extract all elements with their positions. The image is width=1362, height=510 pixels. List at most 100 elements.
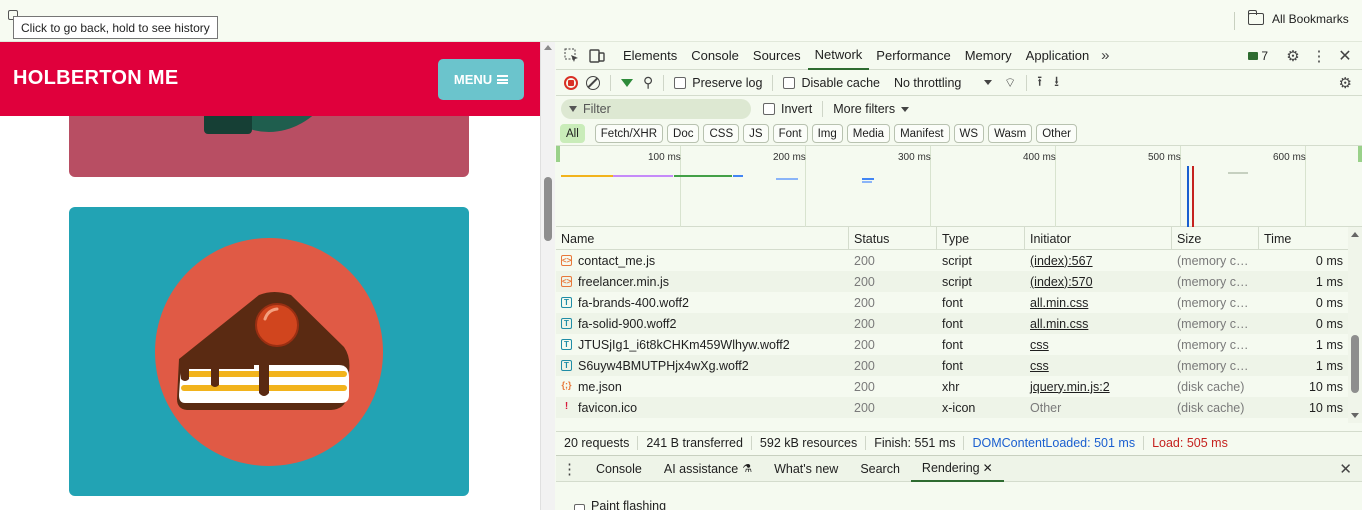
network-overview-timeline[interactable]: 100 ms 200 ms 300 ms 400 ms 500 ms 600 m… [556, 146, 1362, 227]
type-filter-wasm[interactable]: Wasm [988, 124, 1033, 143]
more-filters-button[interactable]: More filters [833, 102, 895, 116]
dropdown-caret-icon[interactable] [983, 80, 992, 85]
column-time[interactable]: Time [1259, 227, 1348, 249]
column-type[interactable]: Type [937, 227, 1025, 249]
device-toolbar-icon[interactable] [588, 47, 606, 65]
request-name-cell[interactable]: Tfa-brands-400.woff2 [556, 296, 849, 310]
drawer-tab-search[interactable]: Search [849, 455, 911, 482]
column-size[interactable]: Size [1172, 227, 1259, 249]
table-row[interactable]: T S6uyw4BMUTPHjx4wXg.woff2 200 font css (memo… [556, 355, 1348, 376]
settings-gear-icon[interactable]: ⚙ [1284, 47, 1302, 65]
more-options-icon[interactable]: ⋮ [1310, 47, 1328, 65]
tab-console[interactable]: Console [684, 42, 746, 70]
tab-sources[interactable]: Sources [746, 42, 808, 70]
request-name-cell[interactable]: <> contact_me.js [556, 254, 849, 268]
disable-cache-checkbox[interactable] [783, 76, 796, 89]
close-drawer-icon[interactable]: ✕ [1339, 460, 1352, 478]
request-initiator[interactable]: all.min.css [1025, 296, 1172, 310]
table-row[interactable]: Tfa-brands-400.woff2 200 font all.min.css (m… [556, 292, 1348, 313]
table-row[interactable]: T JTUSjIg1_i6t8kCHKm459Wlhyw.woff2 200 font… [556, 334, 1348, 355]
type-filter-manifest[interactable]: Manifest [894, 124, 950, 143]
close-tab-icon[interactable]: ✕ [983, 461, 993, 475]
record-stop-icon[interactable] [564, 75, 578, 90]
initiator-link[interactable]: jquery.min.js:2 [1030, 380, 1110, 394]
close-devtools-icon[interactable]: ✕ [1336, 47, 1354, 65]
scroll-up-arrow-icon[interactable] [544, 45, 552, 50]
tab-memory[interactable]: Memory [958, 42, 1019, 70]
drawer-menu-icon[interactable]: ⋮ [562, 460, 577, 478]
request-name-cell[interactable]: ! favicon.ico [556, 401, 849, 415]
request-name-cell[interactable]: T S6uyw4BMUTPHjx4wXg.woff2 [556, 359, 849, 373]
request-name-cell[interactable]: T JTUSjIg1_i6t8kCHKm459Wlhyw.woff2 [556, 338, 849, 352]
tab-application[interactable]: Application [1019, 42, 1097, 70]
request-name-cell[interactable]: {;} me.json [556, 380, 849, 394]
type-filter-media[interactable]: Media [846, 124, 891, 143]
requests-scroll-thumb[interactable] [1351, 335, 1359, 393]
table-scroll-up-icon[interactable] [1351, 232, 1359, 237]
request-initiator[interactable]: css [1025, 338, 1172, 352]
tab-network[interactable]: Network [807, 42, 870, 70]
request-initiator[interactable]: css [1025, 359, 1172, 373]
more-tabs-chevron-icon[interactable]: » [1096, 47, 1114, 65]
column-name[interactable]: Name [556, 227, 849, 249]
site-brand[interactable]: HOLBERTON ME [13, 67, 178, 90]
clear-icon[interactable] [586, 75, 600, 90]
initiator-link[interactable]: (index):567 [1030, 254, 1093, 268]
issues-counter[interactable]: 7 [1248, 49, 1268, 63]
request-initiator[interactable]: jquery.min.js:2 [1025, 380, 1172, 394]
tab-elements[interactable]: Elements [616, 42, 684, 70]
preserve-log-checkbox[interactable] [674, 76, 687, 89]
all-bookmarks-button[interactable]: All Bookmarks [1247, 10, 1349, 26]
paint-flashing-checkbox[interactable] [574, 504, 585, 510]
inspect-element-icon[interactable] [562, 47, 580, 65]
overview-left-handle[interactable] [556, 146, 560, 162]
request-name-cell[interactable]: <> freelancer.min.js [556, 275, 849, 289]
type-filter-img[interactable]: Img [811, 124, 843, 143]
import-har-upload-icon[interactable]: ⭱ [1037, 71, 1042, 95]
site-scroll-thumb[interactable] [544, 177, 552, 241]
type-filter-js[interactable]: JS [743, 124, 769, 143]
initiator-link[interactable]: all.min.css [1030, 296, 1088, 310]
initiator-link[interactable]: (index):570 [1030, 275, 1093, 289]
table-row[interactable]: <> freelancer.min.js 200 script (index):570 (… [556, 271, 1348, 292]
column-initiator[interactable]: Initiator [1025, 227, 1172, 249]
request-name-cell[interactable]: Tfa-solid-900.woff2 [556, 317, 849, 331]
filter-funnel-icon[interactable] [621, 78, 633, 87]
drawer-tab-rendering[interactable]: Rendering ✕ [910, 455, 1004, 482]
request-initiator[interactable]: all.min.css [1025, 317, 1172, 331]
filter-input[interactable]: Filter [561, 99, 751, 119]
request-initiator[interactable]: (index):570 [1025, 275, 1172, 289]
more-filters-caret-icon[interactable] [901, 106, 910, 112]
overview-right-handle[interactable] [1358, 146, 1362, 162]
menu-button[interactable]: MENU [438, 59, 524, 100]
type-filter-fetch-xhr[interactable]: Fetch/XHR [594, 124, 664, 143]
type-filter-other[interactable]: Other [1036, 124, 1077, 143]
table-row[interactable]: {;} me.json 200 xhr jquery.min.js:2 (disk cac… [556, 376, 1348, 397]
network-settings-gear-icon[interactable]: ⚙ [1339, 74, 1352, 92]
initiator-link[interactable]: all.min.css [1030, 317, 1088, 331]
drawer-tab-whats-new[interactable]: What's new [763, 455, 849, 482]
throttling-select[interactable]: No throttling [894, 76, 984, 90]
request-initiator[interactable]: (index):567 [1025, 254, 1172, 268]
drawer-tab-ai-assistance[interactable]: AI assistance ⚗ [653, 455, 763, 482]
portfolio-card-cake[interactable] [69, 207, 469, 496]
initiator-link[interactable]: css [1030, 359, 1049, 373]
table-row[interactable]: ! favicon.ico 200 x-icon Other (disk cache) 10… [556, 397, 1348, 418]
export-har-download-icon[interactable]: ⭳ [1054, 71, 1059, 95]
table-scroll-down-icon[interactable] [1351, 413, 1359, 418]
tab-performance[interactable]: Performance [869, 42, 957, 70]
drawer-tab-console[interactable]: Console [585, 455, 653, 482]
initiator-link[interactable]: css [1030, 338, 1049, 352]
type-filter-css[interactable]: CSS [703, 124, 740, 143]
table-row[interactable]: <> contact_me.js 200 script (index):567 (memo… [556, 250, 1348, 271]
site-scrollbar[interactable] [540, 42, 555, 510]
type-filter-all[interactable]: All [560, 124, 585, 143]
paint-flashing-option[interactable]: Paint flashing [574, 496, 666, 510]
table-row[interactable]: Tfa-solid-900.woff2 200 font all.min.css (me… [556, 313, 1348, 334]
invert-checkbox[interactable] [763, 103, 775, 115]
type-filter-ws[interactable]: WS [953, 124, 985, 143]
network-conditions-wifi-icon[interactable]: ⌔ [1004, 75, 1016, 91]
search-icon[interactable]: ⚲ [643, 74, 653, 91]
type-filter-doc[interactable]: Doc [667, 124, 700, 143]
requests-scrollbar[interactable] [1348, 227, 1362, 423]
